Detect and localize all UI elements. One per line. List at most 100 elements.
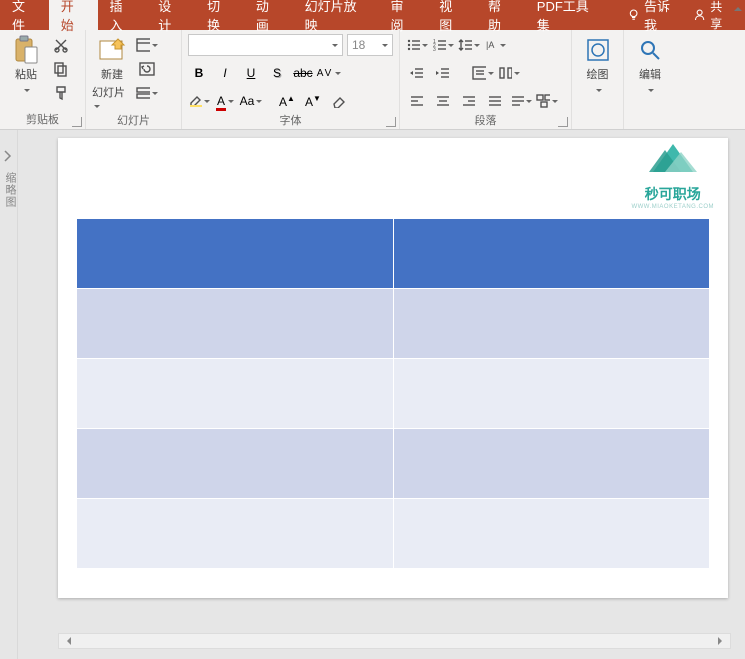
distribute-icon <box>510 94 524 108</box>
table-cell[interactable] <box>77 499 394 569</box>
shrink-font-button[interactable]: A▼ <box>302 90 324 112</box>
cut-button[interactable] <box>50 34 72 56</box>
copy-button[interactable] <box>50 58 72 80</box>
indent-icon <box>435 66 451 80</box>
tab-review[interactable]: 审阅 <box>379 0 428 30</box>
tab-slideshow[interactable]: 幻灯片放映 <box>293 0 379 30</box>
italic-button[interactable]: I <box>214 62 236 84</box>
table-cell[interactable] <box>77 429 394 499</box>
tab-animations[interactable]: 动画 <box>244 0 293 30</box>
group-paragraph: 123 |A 段落 <box>400 30 572 129</box>
shadow-button[interactable]: S <box>266 62 288 84</box>
logo-brand: 秒可职场 <box>631 184 714 204</box>
tab-design[interactable]: 设计 <box>146 0 195 30</box>
reset-button[interactable] <box>136 58 158 80</box>
group-paragraph-label: 段落 <box>475 115 497 127</box>
new-slide-button[interactable]: 新建 幻灯片 <box>92 34 132 112</box>
font-name-combo[interactable] <box>188 34 343 56</box>
underline-button[interactable]: U <box>240 62 262 84</box>
columns-button[interactable] <box>498 62 520 84</box>
tab-tellme[interactable]: 告诉我 <box>615 0 693 30</box>
drawing-button[interactable]: 绘图 <box>578 34 617 96</box>
logo-icon <box>645 142 701 182</box>
align-left-icon <box>409 94 425 108</box>
paragraph-launcher[interactable] <box>558 117 568 127</box>
expand-thumbnails-button[interactable] <box>3 148 13 164</box>
strike-button[interactable]: abc <box>292 62 314 84</box>
slide-canvas[interactable]: 秒可职场 WWW.MIAOKETANG.COM <box>18 130 745 659</box>
tab-pdf[interactable]: PDF工具集 <box>525 0 611 30</box>
find-icon <box>636 36 664 64</box>
shapes-icon <box>584 36 612 64</box>
thumbnail-pane-collapsed: 缩略图 <box>0 130 18 659</box>
shrink-font-icon: A▼ <box>305 94 321 109</box>
tab-help[interactable]: 帮助 <box>476 0 525 30</box>
collapse-ribbon-button[interactable] <box>732 0 744 12</box>
new-slide-dropdown-icon[interactable] <box>92 100 100 112</box>
scissors-icon <box>53 37 69 53</box>
tellme-label: 告诉我 <box>644 0 681 34</box>
tab-view[interactable]: 视图 <box>427 0 476 30</box>
table-row <box>77 289 710 359</box>
table-row <box>77 219 710 289</box>
numbering-button[interactable]: 123 <box>432 34 454 56</box>
tab-transitions[interactable]: 切换 <box>195 0 244 30</box>
align-right-icon <box>461 94 477 108</box>
table-cell[interactable] <box>77 219 394 289</box>
paste-dropdown-icon[interactable] <box>22 84 30 96</box>
font-size-combo[interactable]: 18 <box>347 34 393 56</box>
paste-button[interactable]: 粘贴 <box>6 34 46 96</box>
scroll-right-button[interactable] <box>714 634 730 648</box>
decrease-indent-button[interactable] <box>406 62 428 84</box>
bullets-button[interactable] <box>406 34 428 56</box>
table-cell[interactable] <box>393 499 710 569</box>
group-font: 18 B I U S abc AV A Aa A▲ A▼ <box>182 30 400 129</box>
tab-insert[interactable]: 插入 <box>98 0 147 30</box>
table-cell[interactable] <box>393 219 710 289</box>
smartart-button[interactable] <box>536 90 558 112</box>
drawing-dropdown-icon[interactable] <box>594 84 602 96</box>
table-cell[interactable] <box>393 429 710 499</box>
increase-indent-button[interactable] <box>432 62 454 84</box>
tab-file[interactable]: 文件 <box>0 0 49 30</box>
clipboard-launcher[interactable] <box>72 117 82 127</box>
section-button[interactable] <box>136 82 158 104</box>
share-label: 共享 <box>710 0 733 32</box>
horizontal-scrollbar[interactable] <box>58 633 731 649</box>
highlight-button[interactable] <box>188 90 210 112</box>
line-spacing-button[interactable] <box>458 34 480 56</box>
table-cell[interactable] <box>77 359 394 429</box>
table-cell[interactable] <box>393 289 710 359</box>
editing-dropdown-icon[interactable] <box>646 84 654 96</box>
align-right-button[interactable] <box>458 90 480 112</box>
layout-icon <box>136 38 150 52</box>
paste-label: 粘贴 <box>15 66 37 82</box>
scroll-left-button[interactable] <box>59 634 75 648</box>
slide[interactable]: 秒可职场 WWW.MIAOKETANG.COM <box>58 138 728 598</box>
new-slide-icon <box>98 36 126 64</box>
align-left-button[interactable] <box>406 90 428 112</box>
char-spacing-button[interactable]: AV <box>318 62 340 84</box>
bold-button[interactable]: B <box>188 62 210 84</box>
font-launcher[interactable] <box>386 117 396 127</box>
lightbulb-icon <box>627 8 640 22</box>
tab-home[interactable]: 开始 <box>49 0 98 30</box>
group-font-label: 字体 <box>280 115 302 127</box>
grow-font-button[interactable]: A▲ <box>276 90 298 112</box>
clear-format-button[interactable] <box>328 90 350 112</box>
distribute-button[interactable] <box>510 90 532 112</box>
change-case-button[interactable]: Aa <box>240 90 262 112</box>
drawing-label: 绘图 <box>587 66 609 82</box>
table-cell[interactable] <box>77 289 394 359</box>
editing-button[interactable]: 编辑 <box>630 34 670 96</box>
format-painter-button[interactable] <box>50 82 72 104</box>
text-direction-button[interactable]: |A <box>484 34 506 56</box>
shadow-icon: S <box>273 66 281 80</box>
font-color-button[interactable]: A <box>214 90 236 112</box>
align-text-button[interactable] <box>472 62 494 84</box>
slide-table[interactable] <box>76 218 710 569</box>
justify-button[interactable] <box>484 90 506 112</box>
layout-button[interactable] <box>136 34 158 56</box>
align-center-button[interactable] <box>432 90 454 112</box>
table-cell[interactable] <box>393 359 710 429</box>
